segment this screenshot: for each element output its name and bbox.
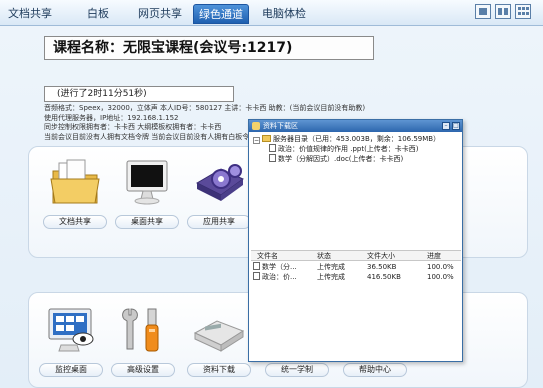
transfer-table-header: 文件名 状态 文件大小 进度 [251,250,461,261]
table-row[interactable]: 政治：价... 上传完成 416.50KB 100.0% [251,272,461,282]
folder-docs-icon [47,157,103,207]
file-name: 数学（分... [262,263,297,271]
file-status: 上传完成 [317,273,345,281]
app-desktop-share[interactable]: 桌面共享 [115,157,179,229]
collapse-icon[interactable]: − [253,137,260,144]
tree-file-label: 数学（分解因式）.doc(上传者：卡卡西) [278,155,404,163]
app-label: 文档共享 [43,215,107,229]
file-size: 36.50KB [367,263,397,271]
app-application-share[interactable]: 应用共享 [187,157,251,229]
minimize-icon[interactable]: – [442,122,450,130]
col-header: 文件名 [257,252,278,260]
dialog-titlebar[interactable]: 资料下载区 – □ [249,120,462,132]
app-label: 桌面共享 [115,215,179,229]
file-icon [269,144,276,152]
top-nav: 文档共享 白板 网页共享 绿色通道 电脑体检 [0,0,543,26]
app-label: 高级设置 [111,363,175,377]
app-label: 统一学制 [265,363,329,377]
tab-web-share[interactable]: 网页共享 [130,4,190,24]
file-icon [253,262,260,270]
col-header: 状态 [317,252,331,260]
folder-icon [262,135,271,142]
app-doc-share[interactable]: 文档共享 [43,157,107,229]
maximize-icon[interactable]: □ [452,122,460,130]
file-progress: 100.0% [427,263,454,271]
tree-file[interactable]: 数学（分解因式）.doc(上传者：卡卡西) [253,154,458,164]
app-material-download[interactable]: 资料下载 [187,305,251,377]
file-size: 416.50KB [367,273,401,281]
info-line: 音频格式：Speex，32000，立体声 本人ID号：580127 主讲：卡卡西… [44,104,366,112]
app-label: 资料下载 [187,363,251,377]
app-label: 应用共享 [187,215,251,229]
tab-whiteboard[interactable]: 白板 [80,4,116,24]
file-name: 政治：价... [262,273,297,281]
tab-pc-check[interactable]: 电脑体检 [256,4,312,24]
tree-root-label: 服务器目录（已用：453.003B，剩余：106.59MB） [273,135,441,143]
course-title: 课程名称：无限宝课程(会议号:1217) [44,36,374,60]
download-dialog: 资料下载区 – □ − 服务器目录（已用：453.003B，剩余：106.59MB… [248,119,463,362]
table-row[interactable]: 数学（分... 上传完成 36.50KB 100.0% [251,262,461,272]
disk-drive-icon [191,305,247,355]
grid-view-icon[interactable] [515,4,531,19]
split-view-icon[interactable] [495,4,511,19]
tools-icon [115,305,171,355]
file-icon [269,154,276,162]
app-advanced-settings[interactable]: 高级设置 [111,305,175,377]
elapsed-time: (进行了2时11分51秒) [44,86,234,102]
monitor-icon [119,157,175,207]
download-icon [252,122,260,130]
app-label: 监控桌面 [39,363,103,377]
tree-root[interactable]: − 服务器目录（已用：453.003B，剩余：106.59MB） [253,134,458,144]
file-status: 上传完成 [317,263,345,271]
gears-icon [191,157,247,207]
file-tree: − 服务器目录（已用：453.003B，剩余：106.59MB） 政治：价值规律的… [253,134,458,164]
monitor-eye-icon [43,305,99,355]
tab-doc-share[interactable]: 文档共享 [0,4,60,24]
app-monitor-desktop[interactable]: 监控桌面 [39,305,103,377]
file-progress: 100.0% [427,273,454,281]
col-header: 进度 [427,252,441,260]
tree-file[interactable]: 政治：价值规律的作用 .ppt(上传者：卡卡西) [253,144,458,154]
tree-file-label: 政治：价值规律的作用 .ppt(上传者：卡卡西) [278,145,419,153]
single-view-icon[interactable] [475,4,491,19]
tab-green-channel[interactable]: 绿色通道 [193,4,249,24]
col-header: 文件大小 [367,252,395,260]
file-icon [253,272,260,280]
dialog-title: 资料下载区 [263,122,298,130]
app-label: 帮助中心 [343,363,407,377]
